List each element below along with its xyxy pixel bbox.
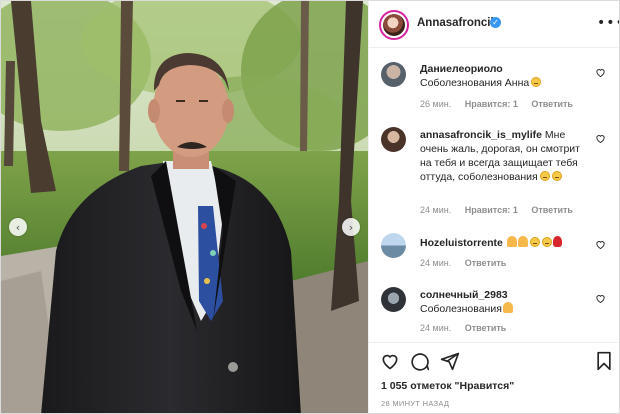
instagram-post: ‹ › Annasafroncik ✓ ••• Даниелеориоло Со… (0, 0, 620, 414)
post-timestamp: 28 МИНУТ НАЗАД (381, 399, 450, 408)
comment-item: annasafroncik_is_mylife Мне очень жаль, … (369, 125, 619, 221)
photo-illustration (1, 1, 368, 413)
commenter-avatar[interactable] (381, 233, 406, 258)
praying-hands-icon (517, 236, 528, 247)
avatar-image (383, 14, 405, 36)
previous-photo-button[interactable]: ‹ (9, 218, 27, 236)
sad-face-icon (531, 77, 542, 87)
sad-face-icon (541, 237, 552, 247)
comment-meta: 24 мин. Ответить (420, 323, 517, 333)
share-icon[interactable] (440, 351, 460, 371)
comment-meta: 24 мин. Нравится: 1 Ответить (420, 205, 584, 215)
post-actions: 1 055 отметок "Нравится" 28 МИНУТ НАЗАД (369, 342, 619, 413)
commenter-avatar[interactable] (381, 287, 406, 312)
like-comment-heart-icon[interactable] (595, 293, 606, 304)
verified-badge-icon: ✓ (490, 17, 501, 28)
comments-list[interactable]: Даниелеориоло Соболезнования Анна 26 мин… (369, 49, 619, 341)
post-photo[interactable]: ‹ › (1, 1, 368, 413)
reply-button[interactable]: Ответить (531, 99, 573, 109)
reply-button[interactable]: Ответить (465, 323, 507, 333)
reply-button[interactable]: Ответить (465, 258, 507, 268)
likes-count[interactable]: 1 055 отметок "Нравится" (381, 380, 514, 392)
reply-button[interactable]: Ответить (531, 205, 573, 215)
praying-hands-icon (506, 236, 517, 247)
author-avatar[interactable] (379, 10, 409, 40)
next-photo-button[interactable]: › (342, 218, 360, 236)
sad-face-icon (539, 171, 550, 181)
bookmark-icon[interactable] (594, 351, 614, 371)
more-options-icon[interactable]: ••• (597, 15, 619, 31)
comment-body: Соболезнования Анна (420, 77, 530, 89)
commenter-username[interactable]: annasafroncik_is_mylife (420, 129, 542, 141)
commenter-username[interactable]: солнечный_2983 (420, 289, 508, 301)
like-comment-heart-icon[interactable] (595, 133, 606, 144)
rose-icon (552, 236, 562, 247)
comment-likes-count[interactable]: Нравится: 1 (465, 205, 518, 215)
comment-item: Даниелеориоло Соболезнования Анна 26 мин… (369, 59, 619, 119)
commenter-avatar[interactable] (381, 127, 406, 152)
praying-hands-icon (502, 302, 513, 313)
comment-time: 26 мин. (420, 99, 452, 109)
sad-face-icon (551, 171, 562, 181)
comment-item: солнечный_2983 Соболезнования 24 мин. От… (369, 285, 619, 337)
comment-text: солнечный_2983 Соболезнования (420, 288, 590, 316)
comment-meta: 26 мин. Нравится: 1 Ответить (420, 99, 584, 109)
comment-text: Hozeluistorrente (420, 236, 590, 250)
comment-item: Hozeluistorrente 24 мин. Ответить (369, 231, 619, 275)
comment-time: 24 мин. (420, 205, 452, 215)
post-header: Annasafroncik ✓ ••• (369, 1, 619, 48)
comment-text: Даниелеориоло Соболезнования Анна (420, 62, 590, 90)
commenter-avatar[interactable] (381, 62, 406, 87)
like-comment-heart-icon[interactable] (595, 67, 606, 78)
post-side-panel: Annasafroncik ✓ ••• Даниелеориоло Соболе… (368, 1, 619, 413)
comment-meta: 24 мин. Ответить (420, 258, 517, 268)
commenter-username[interactable]: Даниелеориоло (420, 63, 503, 75)
author-username[interactable]: Annasafroncik (417, 17, 497, 29)
comment-likes-count[interactable]: Нравится: 1 (465, 99, 518, 109)
comment-icon[interactable] (410, 351, 430, 371)
comment-text: annasafroncik_is_mylife Мне очень жаль, … (420, 128, 590, 184)
comment-time: 24 мин. (420, 323, 452, 333)
sad-face-icon (529, 237, 540, 247)
commenter-username[interactable]: Hozeluistorrente (420, 237, 503, 249)
like-comment-heart-icon[interactable] (595, 239, 606, 250)
heart-icon[interactable] (380, 351, 400, 371)
comment-body: Соболезнования (420, 303, 502, 315)
comment-time: 24 мин. (420, 258, 452, 268)
